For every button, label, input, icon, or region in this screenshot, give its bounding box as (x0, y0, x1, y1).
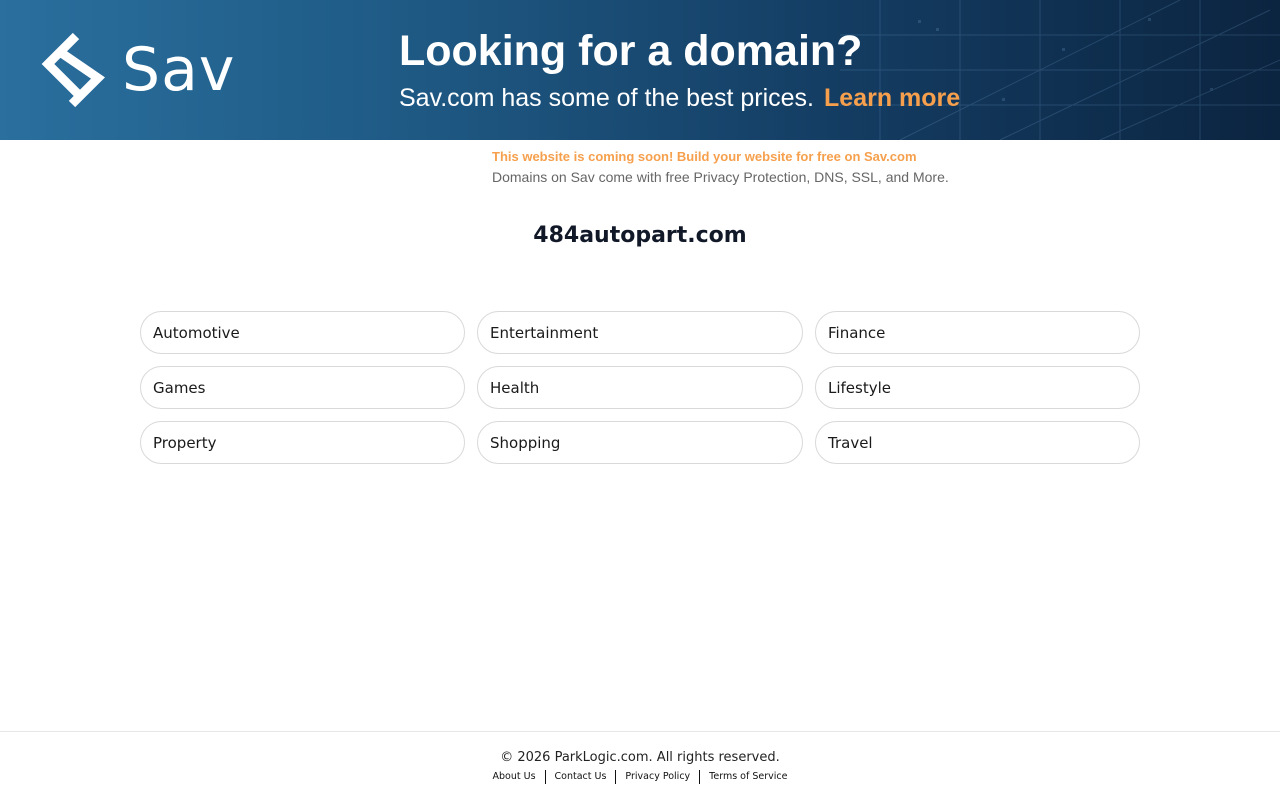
category-shopping[interactable]: Shopping (477, 421, 803, 464)
category-games[interactable]: Games (140, 366, 465, 409)
copyright-text: © 2026 ParkLogic.com. All rights reserve… (500, 750, 780, 765)
sav-logo-icon (41, 32, 106, 108)
domain-name-title: 484autopart.com (533, 223, 747, 248)
banner-subline: Sav.com has some of the best prices. Lear… (399, 82, 960, 114)
banner-headline: Looking for a domain? (399, 27, 863, 75)
footer-link-privacy-policy[interactable]: Privacy Policy (616, 770, 699, 784)
coming-soon-message[interactable]: This website is coming soon! Build your … (492, 148, 1012, 166)
sav-logo-text: Sav (122, 35, 236, 105)
category-health[interactable]: Health (477, 366, 803, 409)
category-grid: Automotive Entertainment Finance Games H… (140, 311, 1140, 464)
sav-promo-banner[interactable]: Sav Looking for a domain? Sav.com has so… (0, 0, 1280, 140)
category-property[interactable]: Property (140, 421, 465, 464)
page-footer: © 2026 ParkLogic.com. All rights reserve… (0, 731, 1280, 800)
category-entertainment[interactable]: Entertainment (477, 311, 803, 354)
footer-link-terms-of-service[interactable]: Terms of Service (700, 770, 796, 784)
category-automotive[interactable]: Automotive (140, 311, 465, 354)
footer-link-contact-us[interactable]: Contact Us (546, 770, 616, 784)
footer-links: About Us Contact Us Privacy Policy Terms… (0, 770, 1280, 784)
category-lifestyle[interactable]: Lifestyle (815, 366, 1140, 409)
sav-logo[interactable]: Sav (40, 32, 240, 110)
coming-soon-notice: This website is coming soon! Build your … (492, 148, 1012, 188)
category-travel[interactable]: Travel (815, 421, 1140, 464)
domain-features-message: Domains on Sav come with free Privacy Pr… (492, 169, 949, 185)
banner-subline-text: Sav.com has some of the best prices. (399, 84, 815, 112)
learn-more-link[interactable]: Learn more (824, 84, 960, 112)
footer-link-about-us[interactable]: About Us (484, 770, 545, 784)
category-finance[interactable]: Finance (815, 311, 1140, 354)
